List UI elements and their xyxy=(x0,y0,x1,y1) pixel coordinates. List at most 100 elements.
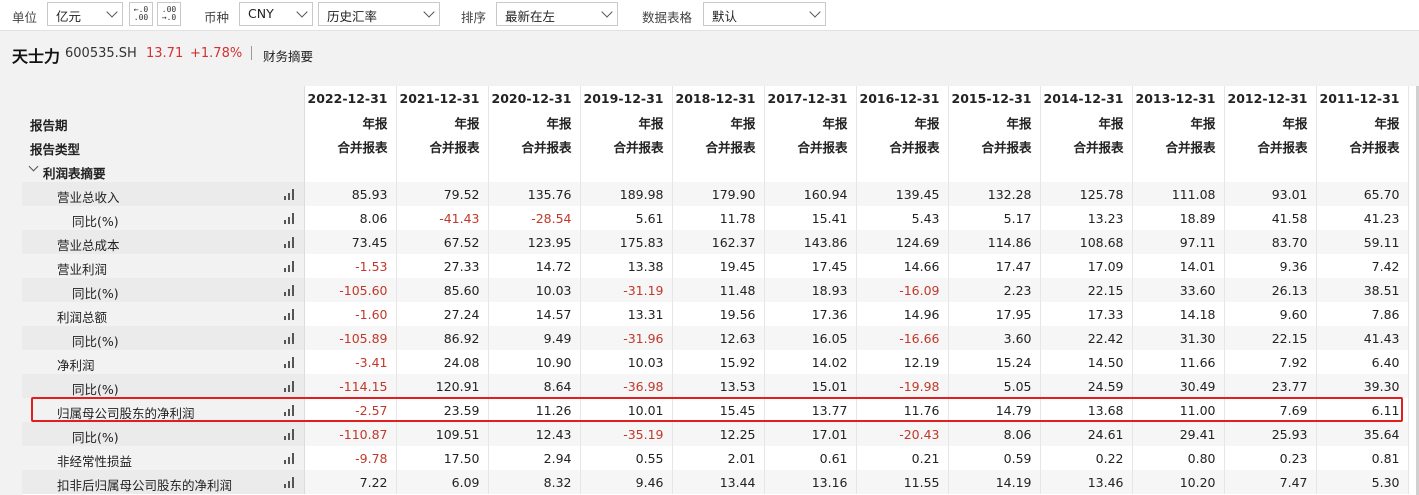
header-cell[interactable]: 2014-12-31 xyxy=(1040,86,1133,110)
header-cell[interactable]: 2018-12-31 xyxy=(672,86,765,110)
value-cell: 12.43 xyxy=(488,422,581,446)
header-label-text: 报告类型 xyxy=(30,142,81,157)
header-cell: 年报 xyxy=(764,110,857,134)
table-row[interactable]: 营业利润 -1.53 27.33 14.72 13.38 19.45 17.45 14.66 1… xyxy=(22,254,1409,278)
value-cell: 13.31 xyxy=(580,302,673,326)
value-cell: 33.60 xyxy=(1132,278,1225,302)
bar-chart-icon[interactable] xyxy=(283,429,296,440)
value-cell: 13.23 xyxy=(1040,206,1133,230)
header-cell[interactable]: 2021-12-31 xyxy=(396,86,489,110)
bar-chart-icon[interactable] xyxy=(283,213,296,224)
table-row[interactable]: 扣非后归属母公司股东的净利润 7.22 6.09 8.32 9.46 13.44 13.16… xyxy=(22,470,1409,494)
header-cell[interactable]: 2022-12-31 xyxy=(304,86,397,110)
table-row[interactable]: 同比(%) -105.60 85.60 10.03 -31.19 11.48 18.93 -1… xyxy=(22,278,1409,302)
header-cell: 合并报表 xyxy=(764,134,857,158)
header-cell[interactable]: 2020-12-31 xyxy=(488,86,581,110)
bar-chart-icon[interactable] xyxy=(283,237,296,248)
bar-chart-icon[interactable] xyxy=(283,309,296,320)
group-row-income-statement[interactable]: 利润表摘要 xyxy=(22,158,1409,182)
value-cell: 85.60 xyxy=(396,278,489,302)
bar-chart-icon[interactable] xyxy=(283,285,296,296)
currency-label: 币种 xyxy=(204,10,230,25)
currency-select[interactable]: CNY xyxy=(239,2,313,26)
bar-chart-icon[interactable] xyxy=(283,453,296,464)
bar-chart-icon[interactable] xyxy=(283,477,296,488)
value-cell: -2.57 xyxy=(304,398,397,422)
increase-decimal-button[interactable]: ←.0.00 xyxy=(129,2,153,26)
unit-select[interactable]: 亿元 xyxy=(47,2,123,26)
toolbar: 单位 亿元 ←.0.00 .00 →.0 币种 CNY 历史汇率 排序 最新在左 … xyxy=(0,0,1419,30)
value-cell: 10.01 xyxy=(580,398,673,422)
value-cell: 12.19 xyxy=(856,350,949,374)
bar-chart-icon[interactable] xyxy=(283,357,296,368)
value-cell: 14.96 xyxy=(856,302,949,326)
header-label: 报告类型 xyxy=(22,134,305,158)
value-cell: 67.52 xyxy=(396,230,489,254)
header-cell[interactable]: 2016-12-31 xyxy=(856,86,949,110)
table-format-select[interactable]: 默认 xyxy=(703,2,826,26)
table-row[interactable]: 非经常性损益 -9.78 17.50 2.94 0.55 2.01 0.61 0.21 0.59… xyxy=(22,446,1409,470)
value-cell: 7.42 xyxy=(1316,254,1409,278)
header-cell: 合并报表 xyxy=(1132,134,1225,158)
row-label: 利润总额 xyxy=(57,310,108,325)
value-cell: 19.56 xyxy=(672,302,765,326)
header-cell[interactable]: 2019-12-31 xyxy=(580,86,673,110)
table-row[interactable]: 净利润 -3.41 24.08 10.90 10.03 15.92 14.02 12.19 15… xyxy=(22,350,1409,374)
header-cell[interactable]: 2012-12-31 xyxy=(1224,86,1317,110)
exchange-rate-select[interactable]: 历史汇率 xyxy=(318,2,440,26)
financial-summary-table: 2022-12-31 2021-12-31 2020-12-31 2019-12-31… xyxy=(22,86,1409,494)
value-cell: 14.02 xyxy=(764,350,857,374)
bar-chart-icon[interactable] xyxy=(283,189,296,200)
decrease-decimal-button[interactable]: .00 →.0 xyxy=(157,2,181,26)
table-row[interactable]: 同比(%) -110.87 109.51 12.43 -35.19 12.25 17.01-… xyxy=(22,422,1409,446)
value-cell: 5.30 xyxy=(1316,470,1409,494)
bar-chart-icon[interactable] xyxy=(283,381,296,392)
stock-code: 600535.SH xyxy=(65,46,137,61)
table-row[interactable]: 利润总额 -1.60 27.24 14.57 13.31 19.56 17.36 14.96 1… xyxy=(22,302,1409,326)
value-cell: 35.64 xyxy=(1316,422,1409,446)
header-label xyxy=(22,86,305,110)
value-cell: 14.79 xyxy=(948,398,1041,422)
sort-select[interactable]: 最新在左 xyxy=(496,2,618,26)
value-cell: 9.36 xyxy=(1224,254,1317,278)
value-cell: 22.42 xyxy=(1040,326,1133,350)
header-cell: 年报 xyxy=(948,110,1041,134)
value-cell: 175.83 xyxy=(580,230,673,254)
table-row[interactable]: 营业总成本 73.45 67.52 123.95 175.83 162.37 143.86 1… xyxy=(22,230,1409,254)
value-cell: 17.50 xyxy=(396,446,489,470)
header-cell[interactable]: 2017-12-31 xyxy=(764,86,857,110)
header-cell[interactable]: 2011-12-31 xyxy=(1316,86,1409,110)
table-row[interactable]: 归属母公司股东的净利润 -2.57 23.59 11.26 10.01 15.45 13.7… xyxy=(22,398,1409,422)
header-cell[interactable]: 2013-12-31 xyxy=(1132,86,1225,110)
value-cell: 11.48 xyxy=(672,278,765,302)
table-row[interactable]: 同比(%) -114.15 120.91 8.64 -36.98 13.53 15.01 -1… xyxy=(22,374,1409,398)
value-cell: 5.43 xyxy=(856,206,949,230)
value-cell: 13.16 xyxy=(764,470,857,494)
value-cell: 24.61 xyxy=(1040,422,1133,446)
value-cell: 83.70 xyxy=(1224,230,1317,254)
value-cell: 18.89 xyxy=(1132,206,1225,230)
value-cell: 5.61 xyxy=(580,206,673,230)
header-cell: 合并报表 xyxy=(1224,134,1317,158)
value-cell: 29.41 xyxy=(1132,422,1225,446)
row-label: 营业利润 xyxy=(57,262,108,277)
table-row[interactable]: 营业总收入 85.93 79.52 135.76 189.98 179.90 160.94 1… xyxy=(22,182,1409,206)
value-cell: 86.92 xyxy=(396,326,489,350)
value-cell: 11.55 xyxy=(856,470,949,494)
table-row[interactable]: 同比(%) 8.06 -41.43 -28.54 5.61 11.78 15.41 5.43 5… xyxy=(22,206,1409,230)
chevron-down-icon[interactable] xyxy=(28,161,39,172)
value-cell: 135.76 xyxy=(488,182,581,206)
group-label-cell[interactable]: 利润表摘要 xyxy=(22,158,305,182)
table-row[interactable]: 同比(%) -105.89 86.92 9.49 -31.96 12.63 16.05 -16… xyxy=(22,326,1409,350)
row-label-cell: 同比(%) xyxy=(22,278,305,302)
header-cell: 合并报表 xyxy=(1040,134,1133,158)
value-cell: -114.15 xyxy=(304,374,397,398)
bar-chart-icon[interactable] xyxy=(283,333,296,344)
bar-chart-icon[interactable] xyxy=(283,261,296,272)
value-cell: 124.69 xyxy=(856,230,949,254)
chevron-down-icon xyxy=(601,6,613,18)
header-cell[interactable]: 2015-12-31 xyxy=(948,86,1041,110)
header-label-text: 报告期 xyxy=(30,118,68,133)
value-cell: 17.01 xyxy=(764,422,857,446)
bar-chart-icon[interactable] xyxy=(283,405,296,416)
